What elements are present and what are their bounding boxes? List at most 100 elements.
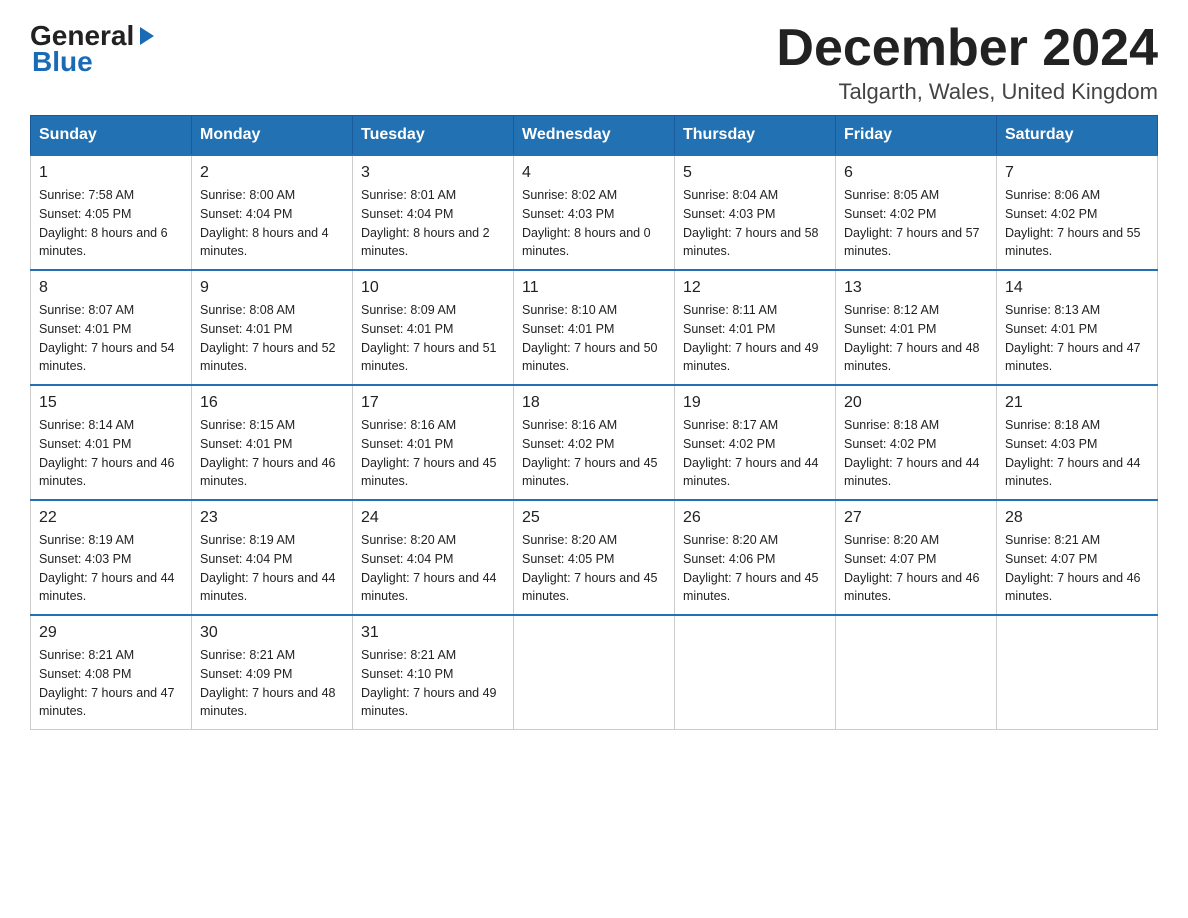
calendar-cell: 11Sunrise: 8:10 AMSunset: 4:01 PMDayligh…	[514, 270, 675, 385]
logo-arrow-icon	[136, 25, 158, 47]
day-number: 14	[1005, 279, 1149, 297]
calendar-cell: 22 Sunrise: 8:19 AMSunset: 4:03 PMDayligh…	[31, 500, 192, 615]
day-info: Sunrise: 8:14 AMSunset: 4:01 PMDaylight:…	[39, 416, 183, 491]
day-info: Sunrise: 8:20 AMSunset: 4:05 PMDaylight:…	[522, 531, 666, 606]
day-info: Sunrise: 7:58 AMSunset: 4:05 PMDaylight:…	[39, 186, 183, 261]
day-number: 11	[522, 279, 666, 297]
day-number: 19	[683, 394, 827, 412]
weekday-header-tuesday: Tuesday	[353, 116, 514, 156]
calendar-cell: 29 Sunrise: 8:21 AMSunset: 4:08 PMDayligh…	[31, 615, 192, 730]
day-number: 17	[361, 394, 505, 412]
calendar-cell: 16 Sunrise: 8:15 AMSunset: 4:01 PMDayligh…	[192, 385, 353, 500]
day-number: 18	[522, 394, 666, 412]
day-info: Sunrise: 8:18 AMSunset: 4:02 PMDaylight:…	[844, 416, 988, 491]
calendar-cell	[997, 615, 1158, 730]
day-info: Sunrise: 8:20 AMSunset: 4:04 PMDaylight:…	[361, 531, 505, 606]
day-info: Sunrise: 8:17 AMSunset: 4:02 PMDaylight:…	[683, 416, 827, 491]
logo: General Blue	[30, 20, 158, 78]
day-number: 13	[844, 279, 988, 297]
location-subtitle: Talgarth, Wales, United Kingdom	[776, 79, 1158, 105]
day-info: Sunrise: 8:19 AMSunset: 4:04 PMDaylight:…	[200, 531, 344, 606]
calendar-cell: 26Sunrise: 8:20 AMSunset: 4:06 PMDayligh…	[675, 500, 836, 615]
week-row-3: 15 Sunrise: 8:14 AMSunset: 4:01 PMDayligh…	[31, 385, 1158, 500]
day-number: 5	[683, 164, 827, 182]
day-number: 21	[1005, 394, 1149, 412]
calendar-cell: 4Sunrise: 8:02 AMSunset: 4:03 PMDaylight…	[514, 155, 675, 270]
calendar-cell: 21 Sunrise: 8:18 AMSunset: 4:03 PMDayligh…	[997, 385, 1158, 500]
day-number: 22	[39, 509, 183, 527]
day-number: 8	[39, 279, 183, 297]
day-number: 23	[200, 509, 344, 527]
day-info: Sunrise: 8:16 AMSunset: 4:01 PMDaylight:…	[361, 416, 505, 491]
day-number: 15	[39, 394, 183, 412]
calendar-cell: 23 Sunrise: 8:19 AMSunset: 4:04 PMDayligh…	[192, 500, 353, 615]
day-number: 28	[1005, 509, 1149, 527]
day-info: Sunrise: 8:21 AMSunset: 4:10 PMDaylight:…	[361, 646, 505, 721]
weekday-header-sunday: Sunday	[31, 116, 192, 156]
calendar-cell	[836, 615, 997, 730]
day-info: Sunrise: 8:20 AMSunset: 4:07 PMDaylight:…	[844, 531, 988, 606]
day-number: 30	[200, 624, 344, 642]
day-number: 20	[844, 394, 988, 412]
calendar-cell: 17 Sunrise: 8:16 AMSunset: 4:01 PMDayligh…	[353, 385, 514, 500]
day-info: Sunrise: 8:16 AMSunset: 4:02 PMDaylight:…	[522, 416, 666, 491]
calendar-cell: 2 Sunrise: 8:00 AMSunset: 4:04 PMDaylight…	[192, 155, 353, 270]
calendar-cell: 19 Sunrise: 8:17 AMSunset: 4:02 PMDayligh…	[675, 385, 836, 500]
day-number: 16	[200, 394, 344, 412]
week-row-5: 29 Sunrise: 8:21 AMSunset: 4:08 PMDayligh…	[31, 615, 1158, 730]
day-info: Sunrise: 8:15 AMSunset: 4:01 PMDaylight:…	[200, 416, 344, 491]
week-row-2: 8Sunrise: 8:07 AMSunset: 4:01 PMDaylight…	[31, 270, 1158, 385]
calendar-cell: 12 Sunrise: 8:11 AMSunset: 4:01 PMDayligh…	[675, 270, 836, 385]
day-number: 12	[683, 279, 827, 297]
day-info: Sunrise: 8:00 AMSunset: 4:04 PMDaylight:…	[200, 186, 344, 261]
page-header: General Blue December 2024 Talgarth, Wal…	[30, 20, 1158, 105]
day-info: Sunrise: 8:21 AMSunset: 4:08 PMDaylight:…	[39, 646, 183, 721]
day-info: Sunrise: 8:08 AMSunset: 4:01 PMDaylight:…	[200, 301, 344, 376]
week-row-1: 1 Sunrise: 7:58 AMSunset: 4:05 PMDaylight…	[31, 155, 1158, 270]
day-number: 26	[683, 509, 827, 527]
day-info: Sunrise: 8:12 AMSunset: 4:01 PMDaylight:…	[844, 301, 988, 376]
day-info: Sunrise: 8:13 AMSunset: 4:01 PMDaylight:…	[1005, 301, 1149, 376]
calendar-cell: 7 Sunrise: 8:06 AMSunset: 4:02 PMDaylight…	[997, 155, 1158, 270]
calendar-cell: 10Sunrise: 8:09 AMSunset: 4:01 PMDayligh…	[353, 270, 514, 385]
weekday-header-monday: Monday	[192, 116, 353, 156]
day-info: Sunrise: 8:01 AMSunset: 4:04 PMDaylight:…	[361, 186, 505, 261]
day-number: 1	[39, 164, 183, 182]
calendar-cell: 9 Sunrise: 8:08 AMSunset: 4:01 PMDaylight…	[192, 270, 353, 385]
calendar-cell: 27 Sunrise: 8:20 AMSunset: 4:07 PMDayligh…	[836, 500, 997, 615]
weekday-header-saturday: Saturday	[997, 116, 1158, 156]
day-number: 25	[522, 509, 666, 527]
calendar-cell: 18 Sunrise: 8:16 AMSunset: 4:02 PMDayligh…	[514, 385, 675, 500]
logo-blue-text: Blue	[32, 46, 93, 78]
day-number: 4	[522, 164, 666, 182]
day-number: 9	[200, 279, 344, 297]
weekday-header-thursday: Thursday	[675, 116, 836, 156]
day-number: 27	[844, 509, 988, 527]
day-info: Sunrise: 8:21 AMSunset: 4:07 PMDaylight:…	[1005, 531, 1149, 606]
calendar-cell: 20 Sunrise: 8:18 AMSunset: 4:02 PMDayligh…	[836, 385, 997, 500]
day-info: Sunrise: 8:09 AMSunset: 4:01 PMDaylight:…	[361, 301, 505, 376]
day-number: 2	[200, 164, 344, 182]
calendar-cell: 25 Sunrise: 8:20 AMSunset: 4:05 PMDayligh…	[514, 500, 675, 615]
calendar-cell: 8Sunrise: 8:07 AMSunset: 4:01 PMDaylight…	[31, 270, 192, 385]
calendar-table: SundayMondayTuesdayWednesdayThursdayFrid…	[30, 115, 1158, 730]
calendar-cell: 28 Sunrise: 8:21 AMSunset: 4:07 PMDayligh…	[997, 500, 1158, 615]
day-number: 31	[361, 624, 505, 642]
day-info: Sunrise: 8:04 AMSunset: 4:03 PMDaylight:…	[683, 186, 827, 261]
day-info: Sunrise: 8:06 AMSunset: 4:02 PMDaylight:…	[1005, 186, 1149, 261]
day-info: Sunrise: 8:19 AMSunset: 4:03 PMDaylight:…	[39, 531, 183, 606]
day-info: Sunrise: 8:21 AMSunset: 4:09 PMDaylight:…	[200, 646, 344, 721]
day-info: Sunrise: 8:18 AMSunset: 4:03 PMDaylight:…	[1005, 416, 1149, 491]
calendar-cell: 30 Sunrise: 8:21 AMSunset: 4:09 PMDayligh…	[192, 615, 353, 730]
calendar-cell: 31 Sunrise: 8:21 AMSunset: 4:10 PMDayligh…	[353, 615, 514, 730]
calendar-cell: 6Sunrise: 8:05 AMSunset: 4:02 PMDaylight…	[836, 155, 997, 270]
day-info: Sunrise: 8:11 AMSunset: 4:01 PMDaylight:…	[683, 301, 827, 376]
calendar-cell: 15 Sunrise: 8:14 AMSunset: 4:01 PMDayligh…	[31, 385, 192, 500]
month-year-title: December 2024	[776, 20, 1158, 77]
day-number: 7	[1005, 164, 1149, 182]
day-number: 3	[361, 164, 505, 182]
day-number: 29	[39, 624, 183, 642]
calendar-cell: 14 Sunrise: 8:13 AMSunset: 4:01 PMDayligh…	[997, 270, 1158, 385]
calendar-cell: 1 Sunrise: 7:58 AMSunset: 4:05 PMDaylight…	[31, 155, 192, 270]
calendar-title-area: December 2024 Talgarth, Wales, United Ki…	[776, 20, 1158, 105]
